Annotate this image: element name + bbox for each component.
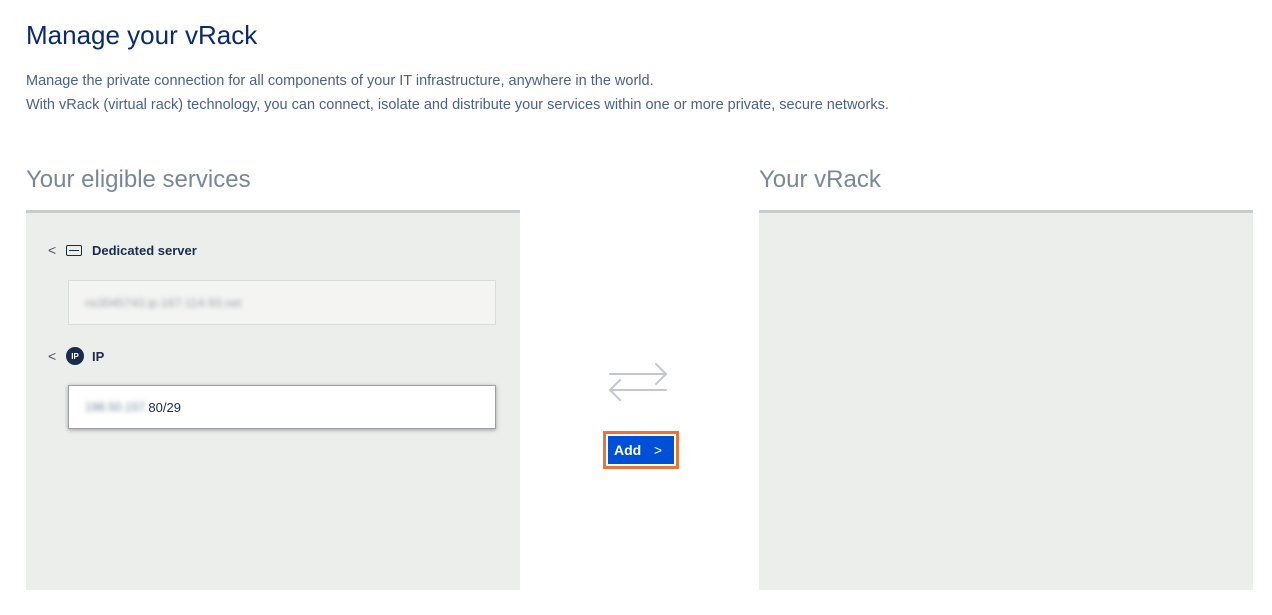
server-name: ns3045743.ip-167-114-93.net (85, 295, 242, 310)
list-item-dedicated-server[interactable]: ns3045743.ip-167-114-93.net (68, 280, 496, 325)
ip-icon: IP (66, 347, 84, 365)
ip-visible-suffix: 80/29 (148, 399, 181, 415)
vrack-page: Manage your vRack Manage the private con… (0, 0, 1272, 615)
chevron-left-icon: < (48, 242, 57, 258)
vrack-panel (759, 210, 1253, 590)
chevron-right-icon: > (653, 442, 662, 458)
chevron-left-icon: < (48, 348, 57, 364)
group-header-ip[interactable]: < IP IP (48, 347, 104, 365)
group-label-ip: IP (92, 348, 105, 364)
page-title: Manage your vRack (26, 20, 258, 50)
description-line-1: Manage the private connection for all co… (26, 73, 654, 89)
eligible-services-panel: < Dedicated server ns3045743.ip-167-114-… (26, 210, 520, 590)
ip-masked-prefix: 198.50.157. (85, 400, 149, 414)
add-button-inner[interactable]: Add > (608, 436, 674, 464)
add-button-label: Add (614, 442, 642, 458)
page-description: Manage the private connection for all co… (26, 69, 889, 117)
swap-arrows-icon (609, 363, 667, 401)
vrack-heading: Your vRack (759, 166, 881, 193)
description-line-2: With vRack (virtual rack) technology, yo… (26, 97, 889, 113)
group-header-dedicated-server[interactable]: < Dedicated server (48, 242, 197, 258)
list-item-ip-selected[interactable]: 198.50.157. 80/29 (68, 385, 496, 429)
add-button[interactable]: Add > (603, 431, 679, 469)
eligible-services-heading: Your eligible services (26, 166, 251, 193)
server-icon (66, 244, 82, 256)
group-label-dedicated-server: Dedicated server (92, 242, 197, 258)
